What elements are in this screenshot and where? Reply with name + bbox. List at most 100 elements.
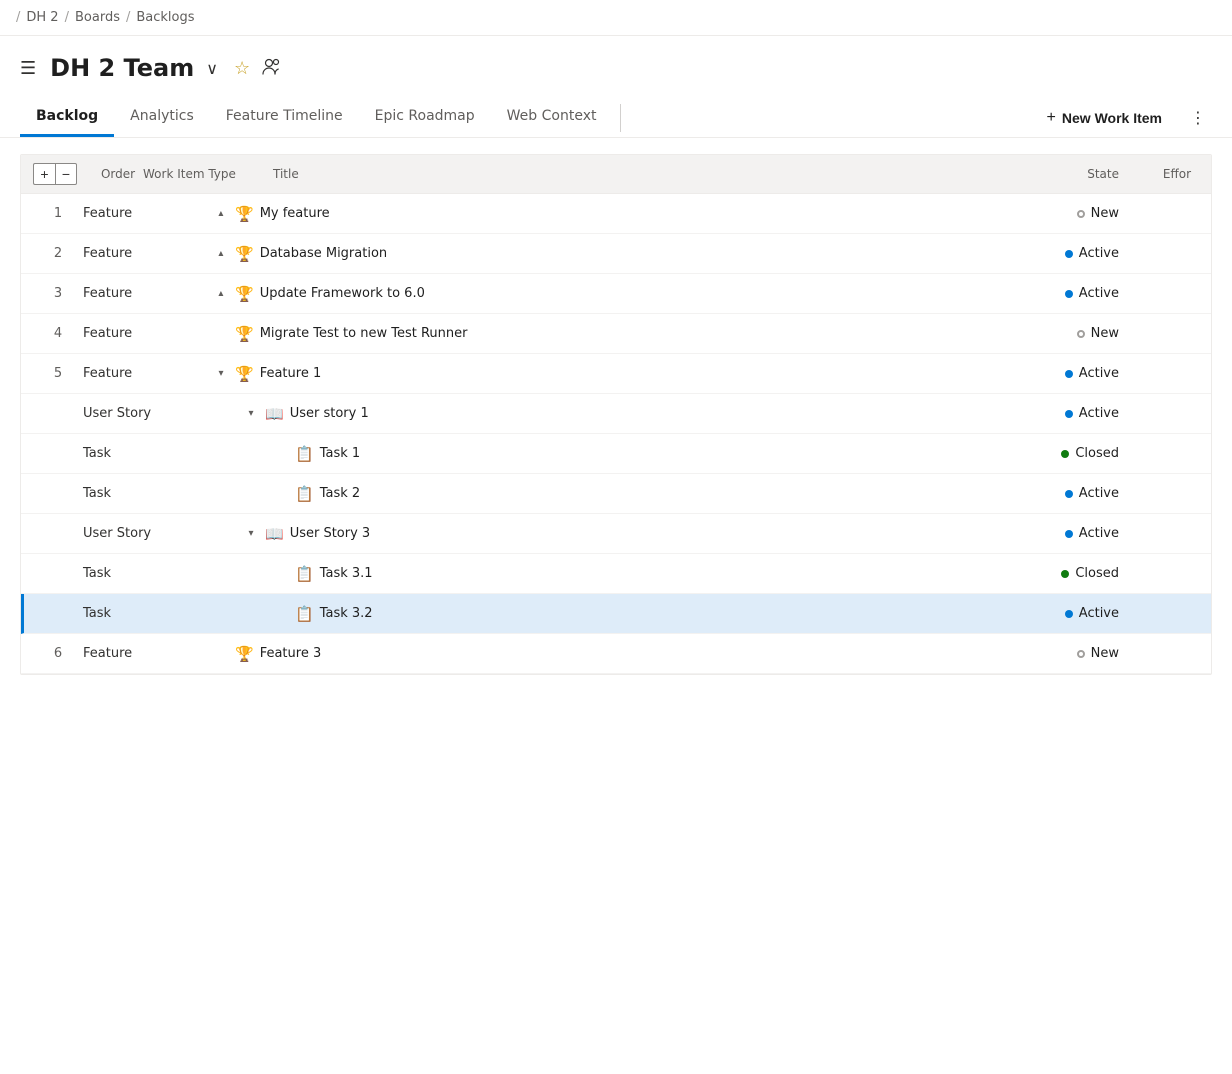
expand-arrow[interactable]: ▸ [216, 286, 227, 302]
table-header: + − Order Work Item Type Title State Eff… [21, 155, 1211, 194]
hamburger-icon[interactable]: ☰ [20, 58, 36, 79]
state-label: Active [1079, 606, 1119, 621]
row-type: Feature [83, 286, 213, 301]
feature-icon: 🏆 [235, 285, 254, 303]
row-title-text[interactable]: User Story 3 [290, 526, 371, 541]
table-row[interactable]: 6 Feature 🏆 Feature 3 New [21, 634, 1211, 674]
breadcrumb-backlogs: Backlogs [136, 10, 194, 25]
row-title-text[interactable]: Task 1 [320, 446, 360, 461]
row-type: Feature [83, 366, 213, 381]
row-state: Closed [979, 446, 1119, 461]
tab-backlog[interactable]: Backlog [20, 98, 114, 137]
expand-arrow[interactable]: ▸ [216, 206, 227, 222]
col-header-order[interactable]: Order [93, 167, 143, 181]
row-title[interactable]: ▸ 🏆 Database Migration [213, 245, 979, 263]
col-header-title[interactable]: Title [273, 167, 979, 181]
nav-actions: + New Work Item ⋮ [1033, 102, 1212, 133]
table-row[interactable]: 5 Feature ▾ 🏆 Feature 1 Active [21, 354, 1211, 394]
col-header-type[interactable]: Work Item Type [143, 167, 273, 181]
row-state: Active [979, 486, 1119, 501]
state-label: Active [1079, 486, 1119, 501]
table-row[interactable]: User Story ▾ 📖 User story 1 Active [21, 394, 1211, 434]
expand-all-button[interactable]: + [33, 163, 55, 185]
state-dot [1077, 330, 1085, 338]
col-header-state[interactable]: State [979, 167, 1119, 181]
tab-web-context[interactable]: Web Context [491, 98, 613, 137]
state-dot [1061, 450, 1069, 458]
breadcrumb-dh2[interactable]: DH 2 [26, 10, 58, 25]
col-header-effort[interactable]: Effor [1119, 167, 1199, 181]
state-label: New [1091, 206, 1119, 221]
state-dot [1065, 250, 1073, 258]
table-row[interactable]: Task 📋 Task 1 Closed [21, 434, 1211, 474]
table-row[interactable]: 4 Feature 🏆 Migrate Test to new Test Run… [21, 314, 1211, 354]
more-options-icon[interactable]: ⋮ [1184, 102, 1212, 133]
table-row[interactable]: Task 📋 Task 2 Active [21, 474, 1211, 514]
row-title[interactable]: ▸ 🏆 My feature [213, 205, 979, 223]
state-dot [1061, 570, 1069, 578]
no-expand-placeholder [273, 448, 289, 459]
no-expand-placeholder [213, 648, 229, 659]
star-icon[interactable]: ☆ [234, 58, 250, 79]
team-title[interactable]: DH 2 Team [50, 54, 194, 82]
table-row[interactable]: 2 Feature ▸ 🏆 Database Migration Active [21, 234, 1211, 274]
new-work-item-button[interactable]: + New Work Item [1033, 103, 1176, 133]
row-title-text[interactable]: Database Migration [260, 246, 387, 261]
state-label: New [1091, 326, 1119, 341]
row-state: Active [979, 286, 1119, 301]
row-title-text[interactable]: Feature 3 [260, 646, 322, 661]
row-title[interactable]: ▾ 📖 User Story 3 [213, 525, 979, 543]
tab-feature-timeline[interactable]: Feature Timeline [210, 98, 359, 137]
row-title[interactable]: 📋 Task 3.1 [213, 565, 979, 583]
breadcrumb-separator-2: / [126, 10, 130, 25]
table-row[interactable]: 1 Feature ▸ 🏆 My feature New [21, 194, 1211, 234]
expand-arrow[interactable]: ▾ [243, 408, 259, 419]
row-title-text[interactable]: Feature 1 [260, 366, 322, 381]
tab-epic-roadmap[interactable]: Epic Roadmap [359, 98, 491, 137]
row-title[interactable]: 🏆 Migrate Test to new Test Runner [213, 325, 979, 343]
row-state: New [979, 206, 1119, 221]
row-title[interactable]: ▸ 🏆 Update Framework to 6.0 [213, 285, 979, 303]
state-label: Active [1079, 406, 1119, 421]
row-title-text[interactable]: My feature [260, 206, 330, 221]
breadcrumb-boards[interactable]: Boards [75, 10, 120, 25]
row-state: New [979, 326, 1119, 341]
row-order: 6 [33, 646, 83, 661]
row-title[interactable]: 📋 Task 1 [213, 445, 979, 463]
plus-icon: + [1047, 109, 1056, 127]
row-title-text[interactable]: Migrate Test to new Test Runner [260, 326, 468, 341]
chevron-down-icon[interactable]: ∨ [206, 59, 218, 78]
row-title[interactable]: 📋 Task 3.2 [213, 605, 979, 623]
expand-arrow[interactable]: ▾ [243, 528, 259, 539]
state-label: Active [1079, 286, 1119, 301]
expand-arrow[interactable]: ▾ [213, 368, 229, 379]
state-label: New [1091, 646, 1119, 661]
row-order: 3 [33, 286, 83, 301]
row-title[interactable]: ▾ 🏆 Feature 1 [213, 365, 979, 383]
table-row[interactable]: User Story ▾ 📖 User Story 3 Active [21, 514, 1211, 554]
expand-arrow[interactable]: ▸ [216, 246, 227, 262]
row-type: User Story [83, 526, 213, 541]
row-type: Task [83, 446, 213, 461]
state-dot [1065, 530, 1073, 538]
table-row[interactable]: 3 Feature ▸ 🏆 Update Framework to 6.0 Ac… [21, 274, 1211, 314]
tab-analytics[interactable]: Analytics [114, 98, 210, 137]
task-icon: 📋 [295, 605, 314, 623]
table-row[interactable]: Task 📋 Task 3.2 Active [21, 594, 1211, 634]
row-type: Feature [83, 246, 213, 261]
state-dot [1065, 410, 1073, 418]
row-title-text[interactable]: Task 2 [320, 486, 360, 501]
feature-icon: 🏆 [235, 325, 254, 343]
row-title-text[interactable]: Task 3.1 [320, 566, 373, 581]
state-dot [1077, 210, 1085, 218]
table-row[interactable]: Task 📋 Task 3.1 Closed [21, 554, 1211, 594]
row-title-text[interactable]: Update Framework to 6.0 [260, 286, 425, 301]
row-title[interactable]: ▾ 📖 User story 1 [213, 405, 979, 423]
row-title-text[interactable]: User story 1 [290, 406, 369, 421]
team-members-icon[interactable] [262, 57, 282, 80]
collapse-all-button[interactable]: − [55, 163, 77, 185]
row-title[interactable]: 📋 Task 2 [213, 485, 979, 503]
row-state: Closed [979, 566, 1119, 581]
row-title-text[interactable]: Task 3.2 [320, 606, 373, 621]
row-title[interactable]: 🏆 Feature 3 [213, 645, 979, 663]
